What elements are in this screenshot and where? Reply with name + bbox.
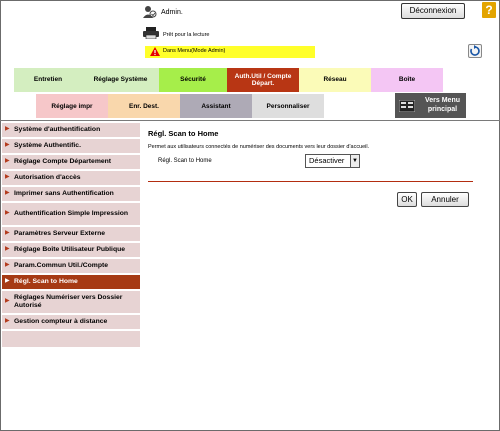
sidebar-item-systeme-authentific[interactable]: ▶ Système Authentific. bbox=[2, 139, 140, 154]
arrow-icon: ▶ bbox=[5, 230, 10, 237]
sidebar-item-label: Autorisation d'accès bbox=[14, 173, 81, 181]
tab-reseau[interactable]: Réseau bbox=[299, 68, 371, 92]
subtab-enr-dest[interactable]: Enr. Dest. bbox=[108, 94, 180, 118]
tab-label: Boîte bbox=[398, 76, 416, 84]
scan-to-home-label: Régl. Scan to Home bbox=[158, 158, 212, 164]
menu-icon bbox=[399, 99, 415, 112]
sidebar-item-label: Réglages Numériser vers Dossier Autorisé bbox=[14, 293, 123, 309]
arrow-icon: ▶ bbox=[5, 174, 10, 181]
arrow-icon: ▶ bbox=[5, 158, 10, 165]
subtab-reglage-impr[interactable]: Réglage impr bbox=[36, 94, 108, 118]
sidebar-item-gestion-compteur[interactable]: ▶ Gestion compteur à distance bbox=[2, 315, 140, 330]
sidebar-item-label: Système Authentific. bbox=[14, 141, 81, 149]
status-text: Prêt pour la lecture bbox=[163, 32, 210, 38]
tab-label: Réglage Système bbox=[93, 76, 148, 84]
subtab-label: Personnaliser bbox=[266, 102, 310, 110]
header-divider bbox=[0, 120, 500, 121]
sidebar-item-param-commun[interactable]: ▶ Param.Commun Util./Compte bbox=[2, 259, 140, 274]
sidebar-item-autorisation-acces[interactable]: ▶ Autorisation d'accès bbox=[2, 171, 140, 186]
sidebar-item-label: Gestion compteur à distance bbox=[14, 317, 108, 325]
subtab-assistant[interactable]: Assistant bbox=[180, 94, 252, 118]
tab-entretien[interactable]: Entretien bbox=[14, 68, 82, 92]
sidebar-item-imprimer-sans-auth[interactable]: ▶ Imprimer sans Authentification bbox=[2, 187, 140, 202]
sidebar-item-label: Réglage Boîte Utilisateur Publique bbox=[14, 245, 126, 253]
sidebar-item-label: Système d'authentification bbox=[14, 125, 101, 133]
arrow-icon: ▶ bbox=[5, 190, 10, 197]
ok-button[interactable]: OK bbox=[397, 192, 417, 207]
sidebar-item-label: Réglage Compte Département bbox=[14, 157, 112, 165]
printer-icon bbox=[143, 27, 159, 39]
tab-auth-compte[interactable]: Auth.Util / Compte Départ. bbox=[227, 68, 299, 92]
sidebar-item-systeme-authentification[interactable]: ▶ Système d'authentification bbox=[2, 123, 140, 138]
arrow-icon: ▶ bbox=[5, 126, 10, 133]
content-divider bbox=[148, 181, 473, 182]
scan-to-home-select[interactable]: Désactiver ▼ bbox=[305, 154, 360, 168]
subtab-personnaliser[interactable]: Personnaliser bbox=[252, 94, 324, 118]
sidebar-item-label: Paramètres Serveur Externe bbox=[14, 229, 106, 237]
sidebar-item-parametres-serveur-externe[interactable]: ▶ Paramètres Serveur Externe bbox=[2, 227, 140, 242]
admin-label: Admin. bbox=[161, 9, 183, 16]
sidebar-item-label: Authentification Simple Impression bbox=[14, 209, 129, 217]
mode-text: Dans Menu(Mode Admin) bbox=[163, 48, 226, 54]
refresh-icon bbox=[470, 45, 480, 56]
logout-button[interactable]: Déconnexion bbox=[401, 3, 465, 19]
tab-reglage-systeme[interactable]: Réglage Système bbox=[82, 68, 159, 92]
arrow-icon: ▶ bbox=[5, 278, 10, 285]
admin-user-icon bbox=[143, 6, 157, 18]
sidebar-item-label: Régl. Scan to Home bbox=[14, 277, 78, 285]
main-menu-button[interactable]: Vers Menu principal bbox=[395, 93, 466, 118]
sidebar-item-reglage-compte-departement[interactable]: ▶ Réglage Compte Département bbox=[2, 155, 140, 170]
refresh-button[interactable] bbox=[468, 44, 482, 58]
select-value: Désactiver bbox=[309, 156, 345, 165]
tab-securite[interactable]: Sécurité bbox=[159, 68, 227, 92]
help-button[interactable]: ? bbox=[482, 2, 496, 18]
tab-label: Réseau bbox=[323, 76, 347, 84]
sidebar-item-label: Imprimer sans Authentification bbox=[14, 189, 114, 197]
arrow-icon: ▶ bbox=[5, 318, 10, 325]
tab-label: Entretien bbox=[33, 76, 63, 84]
sidebar-item-numeriser-dossier[interactable]: ▶ Réglages Numériser vers Dossier Autoris… bbox=[2, 291, 140, 314]
arrow-icon: ▶ bbox=[5, 298, 10, 305]
arrow-icon: ▶ bbox=[5, 262, 10, 269]
subtab-label: Enr. Dest. bbox=[129, 102, 159, 110]
tab-label: Sécurité bbox=[180, 76, 206, 84]
content-description: Permet aux utilisateurs connectés de num… bbox=[148, 144, 370, 150]
sidebar-item-scan-to-home[interactable]: ▶ Régl. Scan to Home bbox=[2, 275, 140, 290]
sidebar-item-label: Param.Commun Util./Compte bbox=[14, 261, 109, 269]
chevron-down-icon: ▼ bbox=[350, 155, 359, 167]
warning-icon bbox=[150, 47, 160, 56]
main-menu-label: Vers Menu principal bbox=[424, 97, 460, 113]
arrow-icon: ▶ bbox=[5, 142, 10, 149]
sidebar-empty-row bbox=[2, 331, 140, 348]
arrow-icon: ▶ bbox=[5, 210, 10, 217]
subtab-label: Réglage impr bbox=[51, 102, 93, 110]
cancel-button[interactable]: Annuler bbox=[421, 192, 469, 207]
tab-label: Auth.Util / Compte Départ. bbox=[234, 72, 292, 87]
arrow-icon: ▶ bbox=[5, 246, 10, 253]
content-title: Régl. Scan to Home bbox=[148, 129, 219, 138]
subtab-label: Assistant bbox=[201, 102, 231, 110]
sidebar-item-auth-simple-impression[interactable]: ▶ Authentification Simple Impression bbox=[2, 203, 140, 226]
sidebar-item-boite-utilisateur-publique[interactable]: ▶ Réglage Boîte Utilisateur Publique bbox=[2, 243, 140, 258]
tab-boite[interactable]: Boîte bbox=[371, 68, 443, 92]
